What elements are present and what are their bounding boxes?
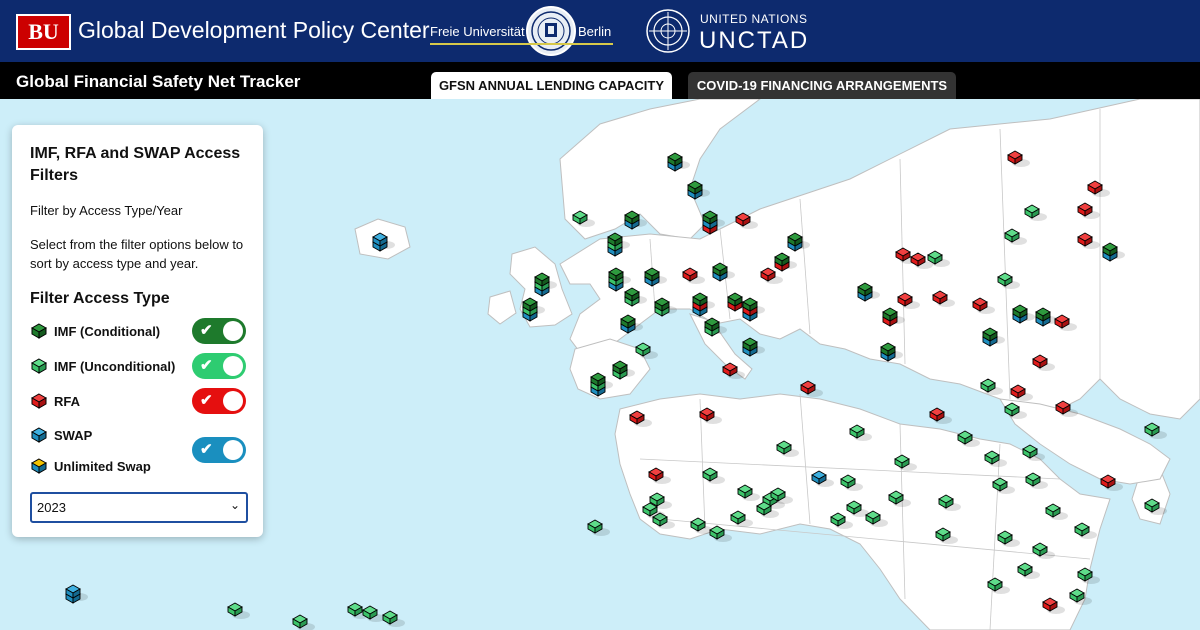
unlimited-swap-cube-icon: [30, 458, 48, 474]
toggle-rfa[interactable]: ✔: [192, 388, 246, 414]
filter-label-imf-unconditional: IMF (Unconditional): [54, 359, 176, 374]
chevron-down-icon: ⌄: [229, 498, 240, 512]
fu-logo-text-left: Freie Universität: [430, 24, 525, 39]
toggle-knob: [223, 440, 243, 460]
tracker-title: Global Financial Safety Net Tracker: [16, 72, 301, 91]
imf-unconditional-cube-icon: [30, 358, 48, 374]
year-select-value: 2023: [37, 500, 66, 515]
bu-logo[interactable]: BU: [16, 14, 71, 50]
filter-label-unlimited-swap: Unlimited Swap: [54, 459, 151, 474]
filter-access-type-heading: Filter Access Type: [30, 290, 170, 307]
un-logo-line2: UNCTAD: [699, 27, 810, 54]
toggle-knob: [223, 391, 243, 411]
toggle-swap-unlimited[interactable]: ✔: [192, 437, 246, 463]
swap-cube-icon: [30, 427, 48, 443]
center-title[interactable]: Global Development Policy Center: [78, 17, 430, 44]
panel-title: IMF, RFA and SWAP Access Filters: [30, 145, 241, 184]
toggle-knob: [223, 356, 243, 376]
check-icon: ✔: [200, 322, 213, 339]
year-select[interactable]: 2023 ⌄: [30, 492, 248, 523]
check-icon: ✔: [200, 441, 213, 458]
check-icon: ✔: [200, 392, 213, 409]
toggle-imf-unconditional[interactable]: ✔: [192, 353, 246, 379]
toggle-knob: [223, 321, 243, 341]
un-logo-line1: UNITED NATIONS: [700, 12, 808, 26]
un-emblem-icon: [645, 8, 691, 54]
panel-filter-by: Filter by Access Type/Year: [30, 203, 183, 218]
check-icon: ✔: [200, 357, 213, 374]
imf-conditional-cube-icon: [30, 323, 48, 339]
toggle-imf-conditional[interactable]: ✔: [192, 318, 246, 344]
filter-label-rfa: RFA: [54, 394, 80, 409]
fu-berlin-logo[interactable]: Freie Universität Berlin: [430, 6, 615, 56]
panel-description: Select from the filter options below to …: [30, 237, 244, 271]
filter-label-imf-conditional: IMF (Conditional): [54, 324, 161, 339]
tracker-bar: Global Financial Safety Net Tracker GFSN…: [0, 62, 1200, 99]
fu-seal-icon: [526, 6, 576, 56]
tab-gfsn-annual-lending-capacity[interactable]: GFSN ANNUAL LENDING CAPACITY: [431, 72, 672, 99]
filter-panel: IMF, RFA and SWAP Access Filters Filter …: [12, 125, 263, 537]
fu-logo-text-right: Berlin: [578, 24, 612, 39]
rfa-cube-icon: [30, 393, 48, 409]
site-header: BU Global Development Policy Center Frei…: [0, 0, 1200, 62]
tab-covid-19-financing-arrangements[interactable]: COVID-19 FINANCING ARRANGEMENTS: [688, 72, 956, 99]
fu-logo-underline: [430, 43, 613, 45]
filter-label-swap: SWAP: [54, 428, 93, 443]
unctad-logo[interactable]: UNITED NATIONS UNCTAD: [645, 8, 815, 54]
